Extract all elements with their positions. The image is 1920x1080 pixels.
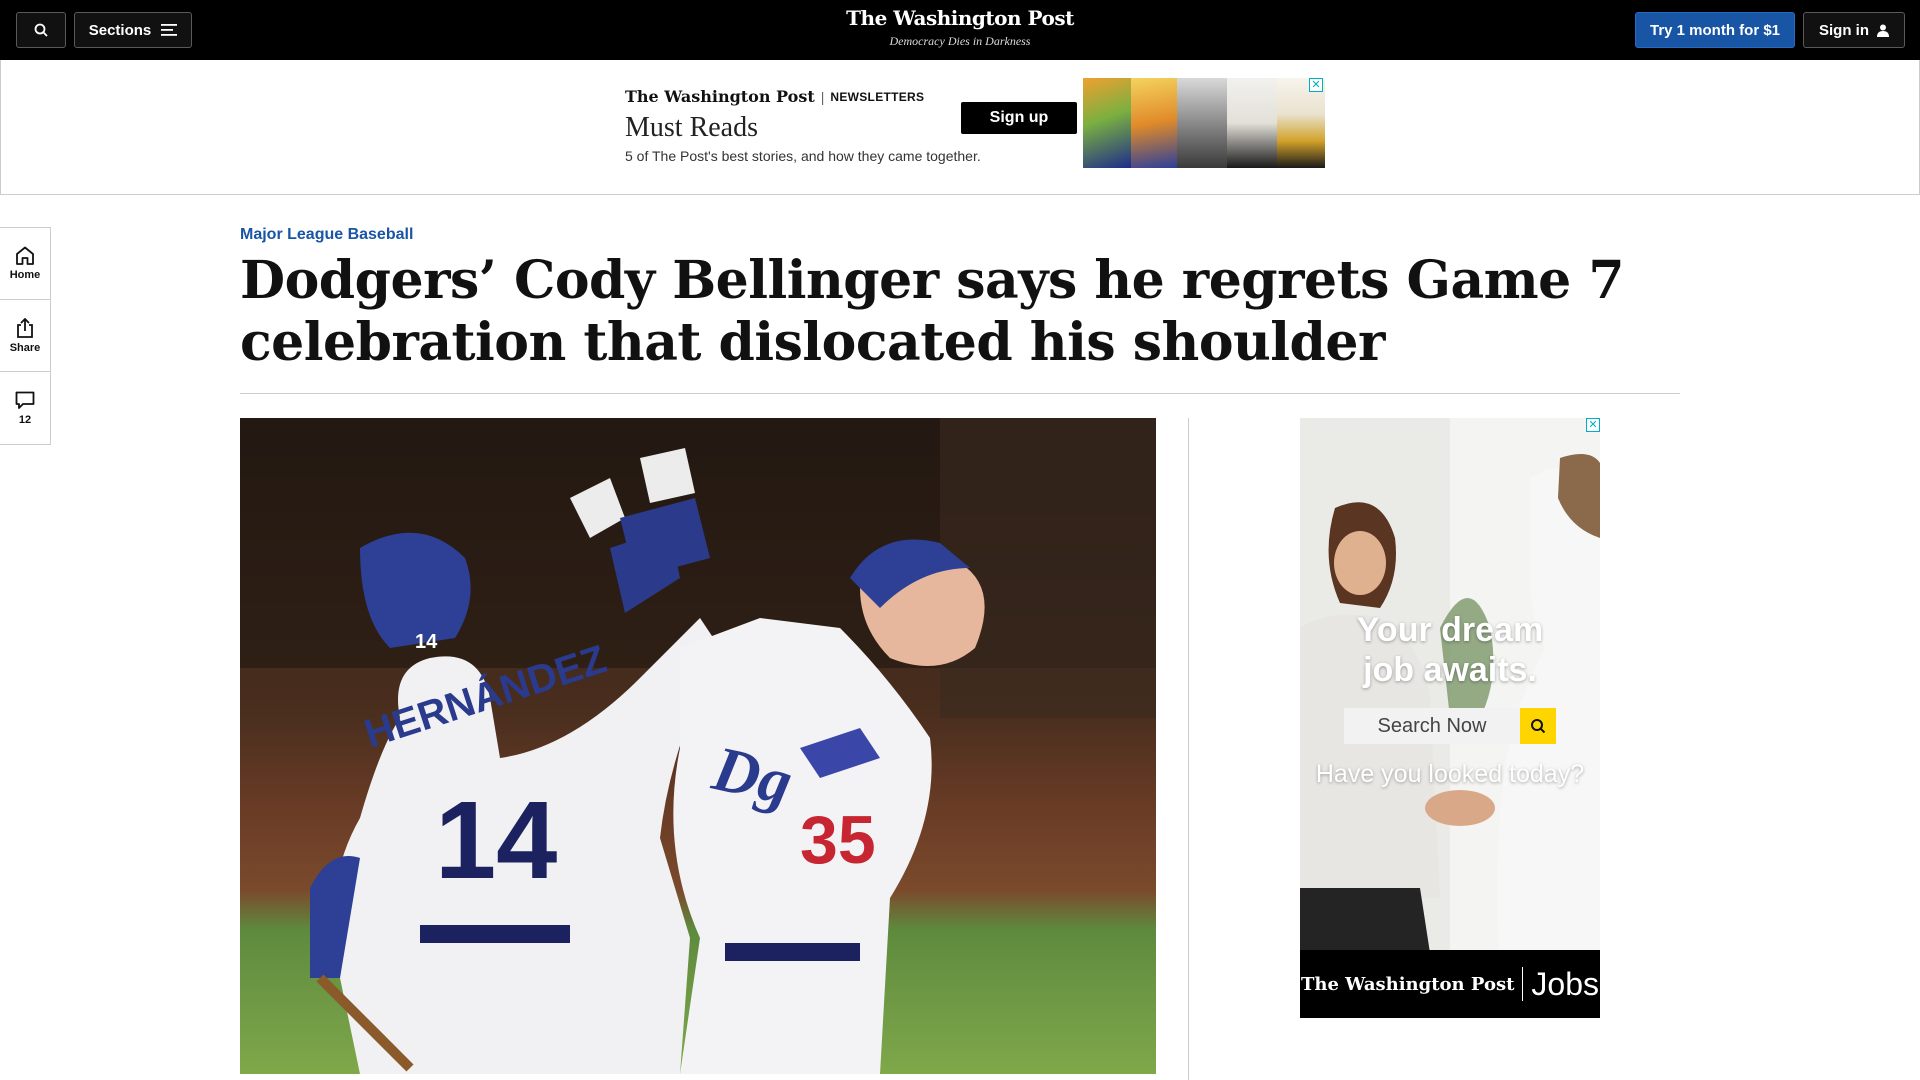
helmet-number: 14 (415, 631, 438, 653)
headline-divider (240, 393, 1680, 394)
rail-comments[interactable]: 12 (0, 372, 50, 444)
article-kicker[interactable]: Major League Baseball (240, 226, 413, 244)
newsletter-brand-name: The Washington Post (625, 87, 815, 106)
ad-close-icon[interactable]: ✕ (1309, 78, 1323, 92)
sign-in-label: Sign in (1819, 21, 1869, 39)
home-icon (16, 246, 34, 265)
newsletter-title: Must Reads (625, 112, 758, 143)
newsletter-signup-button[interactable]: Sign up (961, 102, 1077, 134)
left-action-rail: Home Share 12 (0, 227, 51, 445)
jobs-search-button[interactable] (1520, 708, 1556, 744)
lead-photo[interactable]: HERNÁNDEZ 14 14 Dg 35 (240, 418, 1156, 1074)
newsletter-label: NEWSLETTERS (830, 89, 925, 104)
jobs-ad-subline: Have you looked today? (1315, 760, 1585, 788)
article-headline: Dodgers’ Cody Bellinger says he regrets … (240, 250, 1625, 373)
jobs-search-field[interactable]: Search Now (1344, 708, 1520, 744)
user-icon (1877, 24, 1889, 37)
newsletter-ad[interactable]: The Washington Post | NEWSLETTERS Must R… (619, 78, 1325, 168)
search-icon (1531, 719, 1546, 734)
comments-count: 12 (18, 413, 32, 426)
jobs-ad-footer: The Washington Post Jobs (1300, 950, 1600, 1018)
logo-name: The Washington Post (846, 6, 1074, 30)
newsletter-image-collage (1083, 78, 1325, 168)
jobs-ad[interactable]: ✕ Your dream job awaits. Search Now Have… (1300, 418, 1600, 1018)
site-logo[interactable]: The Washington Post Democracy Dies in Da… (0, 6, 1920, 49)
jobs-ad-headline: Your dream job awaits. (1300, 610, 1600, 690)
rail-share[interactable]: Share (0, 300, 50, 372)
brand-separator: | (820, 88, 825, 105)
rail-home-label: Home (9, 269, 41, 281)
top-navigation-bar: Sections The Washington Post Democracy D… (0, 0, 1920, 60)
jobs-footer-brand: The Washington Post (1300, 973, 1515, 995)
share-icon (17, 317, 33, 338)
newsletter-brand: The Washington Post | NEWSLETTERS (625, 87, 924, 106)
jobs-headline-line2: job awaits. (1363, 651, 1537, 689)
column-divider (1188, 418, 1189, 1080)
jobs-search-bar[interactable]: Search Now (1344, 708, 1556, 744)
top-ad-band: The Washington Post | NEWSLETTERS Must R… (0, 60, 1920, 195)
jobs-footer-divider (1522, 967, 1524, 1001)
comment-icon (15, 391, 35, 409)
jobs-ad-close-icon[interactable]: ✕ (1586, 418, 1600, 432)
logo-tagline: Democracy Dies in Darkness (889, 34, 1031, 48)
rail-home[interactable]: Home (0, 228, 50, 300)
jobs-headline-line1: Your dream (1356, 611, 1544, 649)
right-jersey-number: 35 (800, 802, 876, 878)
lead-photo-illustration: HERNÁNDEZ 14 14 Dg 35 (240, 418, 1156, 1074)
jobs-footer-product: Jobs (1531, 965, 1600, 1002)
newsletter-description: 5 of The Post's best stories, and how th… (625, 148, 981, 164)
subscribe-button[interactable]: Try 1 month for $1 (1635, 12, 1795, 48)
left-jersey-number: 14 (435, 779, 557, 902)
rail-share-label: Share (9, 341, 41, 354)
sign-in-button[interactable]: Sign in (1803, 12, 1905, 48)
